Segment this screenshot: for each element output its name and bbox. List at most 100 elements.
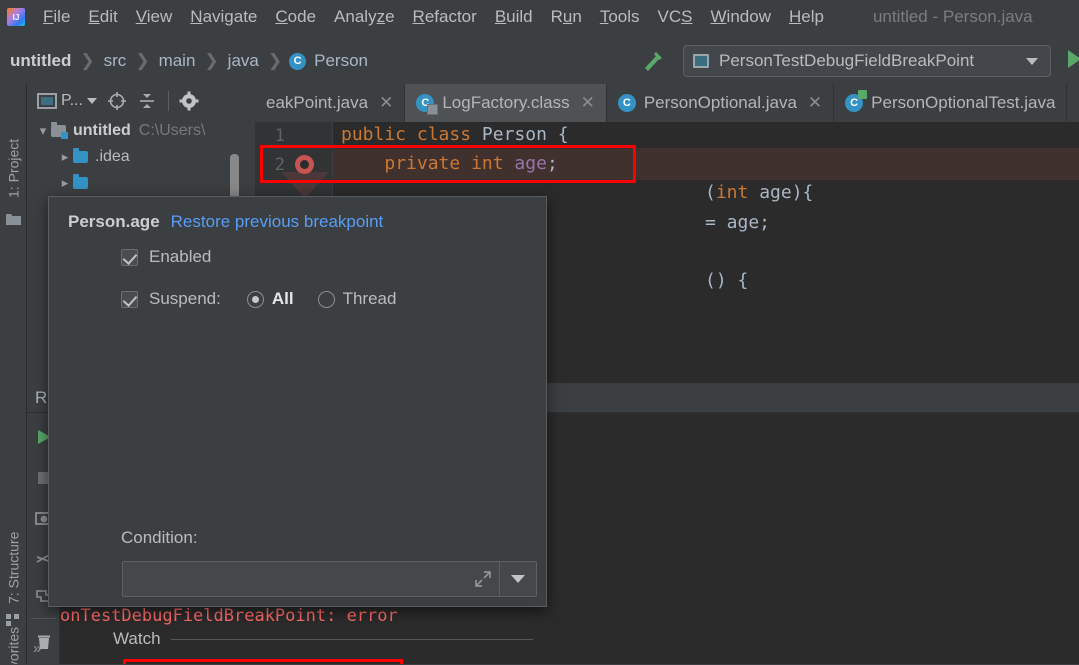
run-icon[interactable]: [1068, 50, 1079, 68]
editor-tab-label: PersonOptional.java: [643, 93, 797, 112]
compiled-class-icon: C: [416, 94, 439, 115]
intellij-logo-icon: [7, 8, 25, 26]
locate-icon[interactable]: [107, 91, 127, 111]
window-title: untitled - Person.java: [872, 7, 1033, 26]
editor-tab-label: PersonOptionalTest.java: [871, 93, 1056, 112]
menu-vcs[interactable]: VCS: [649, 5, 702, 29]
module-folder-icon: [51, 122, 68, 139]
project-view-icon[interactable]: [37, 91, 57, 111]
menu-code[interactable]: Code: [266, 5, 325, 29]
breadcrumb-separator: ❯: [135, 51, 150, 70]
folder-icon: [73, 174, 88, 189]
suspend-thread-radio[interactable]: [317, 290, 335, 308]
restore-previous-breakpoint-link[interactable]: Restore previous breakpoint: [171, 212, 384, 232]
menu-window[interactable]: Window: [702, 5, 780, 29]
editor-tab-label: LogFactory.class: [442, 93, 570, 112]
code-line-4-partial: = age;: [705, 212, 771, 233]
menu-help[interactable]: Help: [780, 5, 833, 29]
chevron-down-icon[interactable]: [1026, 57, 1038, 65]
suspend-thread-label: Thread: [342, 289, 397, 308]
editor-tab-logfactory[interactable]: C LogFactory.class ✕: [405, 84, 607, 122]
field-breakpoint-icon[interactable]: [295, 155, 314, 174]
tree-node-label: untitled: [73, 122, 131, 139]
breadcrumb-java[interactable]: java: [226, 51, 261, 71]
breadcrumb-person[interactable]: Person: [312, 51, 370, 71]
breadcrumb-project[interactable]: untitled: [8, 51, 73, 71]
project-folder-icon: [5, 210, 22, 227]
menu-run[interactable]: Run: [542, 5, 591, 29]
tool-window-favorites-label: 2: Favorites: [5, 626, 22, 665]
chevron-down-icon[interactable]: ▾: [35, 123, 51, 139]
condition-label: Condition:: [121, 528, 198, 547]
tree-node-label: .idea: [95, 148, 130, 165]
editor-tab-personoptionaltest[interactable]: C PersonOptionalTest.java: [834, 84, 1068, 122]
enabled-label: Enabled: [149, 247, 212, 266]
chevron-down-icon[interactable]: [86, 98, 97, 104]
tree-node-idea[interactable]: ▸ .idea: [27, 144, 255, 170]
project-view-selector-label[interactable]: P...: [61, 92, 83, 110]
suspend-all-radio[interactable]: [246, 290, 264, 308]
breadcrumb-main[interactable]: main: [157, 51, 198, 71]
menu-file[interactable]: File: [34, 5, 79, 29]
menu-navigate[interactable]: Navigate: [181, 5, 266, 29]
left-tool-strip: 1: Project 7: Structure 2: Favorites: [0, 84, 27, 665]
enabled-checkbox[interactable]: [121, 248, 138, 266]
editor-tab-personoptional[interactable]: C PersonOptional.java ✕: [607, 84, 835, 122]
chevron-right-icon[interactable]: ▸: [57, 149, 73, 165]
suspend-label: Suspend:: [149, 289, 221, 308]
menu-edit[interactable]: Edit: [79, 5, 126, 29]
run-configuration-selector[interactable]: PersonTestDebugFieldBreakPoint: [683, 45, 1051, 77]
menu-build[interactable]: Build: [486, 5, 542, 29]
suspend-checkbox[interactable]: [121, 290, 138, 308]
enabled-checkbox-row[interactable]: Enabled: [121, 247, 211, 267]
line-number: 1: [274, 126, 285, 146]
condition-dropdown-button[interactable]: [499, 562, 536, 596]
menu-view[interactable]: View: [127, 5, 182, 29]
ide-window: File Edit View Navigate Code Analyze Ref…: [0, 0, 1079, 665]
run-configuration-name: PersonTestDebugFieldBreakPoint: [719, 51, 975, 70]
code-line-1: public class Person {: [341, 124, 569, 145]
settings-gear-icon[interactable]: [179, 91, 199, 111]
close-icon[interactable]: ✕: [379, 93, 393, 113]
breadcrumb-separator: ❯: [204, 51, 219, 70]
project-toolbar: P...: [27, 84, 255, 118]
tree-node-untitled[interactable]: ▾ untitled C:\Users\: [27, 118, 255, 144]
breadcrumb-src[interactable]: src: [102, 51, 129, 71]
close-icon[interactable]: ✕: [581, 93, 595, 113]
java-class-icon: C: [289, 52, 307, 70]
code-line-3-partial: (int age){: [705, 182, 814, 203]
menu-refactor[interactable]: Refactor: [404, 5, 486, 29]
toolbar-divider: [31, 618, 56, 619]
close-icon[interactable]: ✕: [808, 93, 822, 113]
editor-tab-label: eakPoint.java: [266, 93, 369, 112]
suspend-all-label: All: [271, 289, 294, 308]
code-line-2: private int age;: [384, 153, 558, 174]
chevron-down-icon: [511, 575, 525, 583]
tree-node-partial[interactable]: ▸: [27, 170, 255, 196]
menu-bar: File Edit View Navigate Code Analyze Ref…: [0, 0, 1079, 34]
breadcrumb-separator: ❯: [267, 51, 283, 70]
condition-field[interactable]: [122, 561, 537, 597]
editor-tab-breakpoint[interactable]: eakPoint.java ✕: [255, 84, 406, 122]
folder-icon: [73, 148, 88, 163]
code-line-5-partial: () {: [705, 270, 749, 291]
editor-tab-bar: eakPoint.java ✕ C LogFactory.class ✕ C P…: [255, 84, 1079, 122]
java-class-icon: C: [617, 94, 636, 112]
menu-analyze[interactable]: Analyze: [325, 5, 404, 29]
chevron-right-icon[interactable]: ▸: [57, 175, 73, 191]
collapse-all-icon[interactable]: [137, 91, 157, 111]
chevrons-right-icon[interactable]: »: [33, 640, 58, 660]
toolbar-divider: [167, 91, 169, 111]
breakpoint-properties-dialog: Person.age Restore previous breakpoint E…: [48, 196, 547, 665]
tool-window-project-label: 1: Project: [5, 138, 22, 198]
section-divider: [170, 638, 533, 640]
breakpoint-beam: [281, 172, 329, 198]
condition-input[interactable]: [123, 562, 473, 596]
expand-icon[interactable]: [473, 569, 493, 589]
suspend-row[interactable]: Suspend: All Thread: [121, 289, 396, 309]
menu-tools[interactable]: Tools: [591, 5, 649, 29]
tool-window-favorites[interactable]: 2: Favorites: [0, 574, 27, 665]
watch-section-header: Watch: [113, 629, 533, 649]
tool-window-project[interactable]: 1: Project: [0, 88, 27, 198]
build-hammer-icon[interactable]: [640, 48, 666, 74]
